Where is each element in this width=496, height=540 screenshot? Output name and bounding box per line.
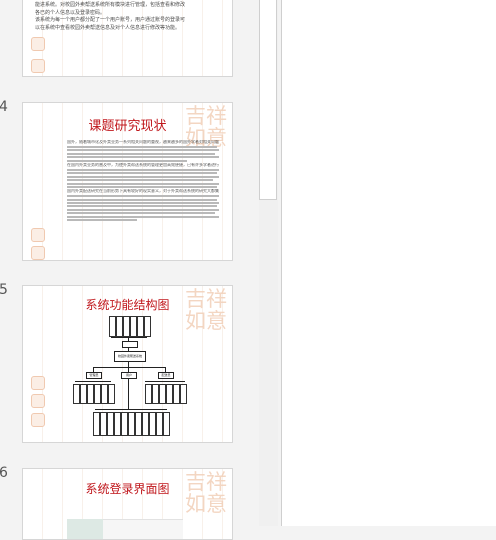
slide-number: 6 [0, 465, 8, 481]
slide-text-line: 各已的个人信息以及登录密码。 [35, 9, 106, 16]
slide-number: 5 [0, 282, 8, 298]
diagram-branch-node: 配送员 [158, 372, 174, 379]
slide-text-line: 以在系统中查看校园外卖帮送信息及对个人信息进行修改等功能。 [35, 24, 181, 31]
diagram-node [135, 412, 142, 436]
diagram-node [123, 316, 130, 337]
diagram-node [80, 384, 87, 404]
bullet-text: 在国内外卖业务的普及中，为使外卖帮送系统的管理更加高效便捷，已有许多学者进行研究… [67, 162, 219, 167]
slide-title: 课题研究现状 [88, 119, 167, 134]
text-lines [67, 146, 219, 162]
decor-pattern-icon [31, 376, 45, 390]
diagram-node [108, 384, 115, 404]
slide-title: 系统登录界面图 [85, 482, 170, 496]
diagram-node [109, 316, 116, 337]
bullet-text: 国内外卖配送研究在当前形势下具有较好的现实意义，对于外卖帮送系统的研究大都集中于… [67, 189, 219, 194]
diagram-node [130, 316, 137, 337]
diagram-node [100, 412, 107, 436]
slide-body-text: 能进系统。对校园外卖帮送系统所有模块进行管理，包括查看和修改 各已的个人信息以及… [35, 2, 220, 32]
text-lines [67, 168, 219, 188]
slide-thumbnail-4[interactable]: 吉祥如意 课题研究现状 国外，随着城市化及外卖业务一系列相关问题的重视，越来越多… [22, 102, 233, 261]
diagram-node [114, 412, 121, 436]
diagram-node [116, 316, 123, 337]
slide-body-text: 国外，随着城市化及外卖业务一系列相关问题的重视，越来越多的国外学者对相关问题展开… [67, 140, 219, 222]
diagram-node [128, 412, 135, 436]
bullet-text: 国外，随着城市化及外卖业务一系列相关问题的重视，越来越多的国外学者对相关问题展开… [67, 140, 219, 144]
decor-pattern-icon [31, 37, 45, 51]
diagram-node-label: 管理员 [89, 373, 99, 377]
diagram-node [87, 384, 94, 404]
diagram-node [166, 384, 173, 404]
diagram-node [180, 384, 187, 404]
diagram-node-label: 用户 [125, 373, 132, 377]
diagram-connector [145, 381, 185, 382]
diagram-node [159, 384, 166, 404]
diagram-node [149, 412, 156, 436]
diagram-node [144, 316, 151, 337]
diagram-node [156, 412, 163, 436]
diagram-node [93, 412, 100, 436]
decor-pattern-icon [31, 413, 45, 427]
diagram-connector [75, 381, 111, 382]
diagram-root-label: 校园外卖帮送系统 [117, 354, 142, 358]
diagram-node [173, 384, 180, 404]
diagram-node [152, 384, 159, 404]
slide-thumbnail-6[interactable]: 吉祥如意 系统登录界面图 [22, 468, 233, 540]
diagram-node [73, 384, 80, 404]
diagram-node [121, 412, 128, 436]
diagram-connector [95, 409, 167, 410]
diagram-branch-node: 用户 [121, 372, 137, 379]
diagram-connector [128, 378, 129, 409]
slide-text-line: 该系统为每一个用户都分配了一个用户账号，用户通过账号的登录可 [35, 17, 186, 23]
decor-pattern-icon [31, 246, 45, 260]
diagram-node [107, 412, 114, 436]
diagram-node-label: 配送员 [161, 373, 171, 377]
decor-pattern-icon [31, 228, 45, 242]
thumbnail-scrollbar-thumb[interactable] [259, 0, 277, 200]
diagram-node [142, 412, 149, 436]
diagram-branch-node: 管理员 [86, 372, 102, 379]
text-lines [67, 195, 219, 222]
slide-title: 系统功能结构图 [85, 298, 170, 312]
diagram-root-node: 校园外卖帮送系统 [114, 351, 146, 362]
decor-pattern-icon [31, 394, 45, 408]
slide-thumbnail-3[interactable]: 能进系统。对校园外卖帮送系统所有模块进行管理，包括查看和修改 各已的个人信息以及… [22, 0, 233, 77]
diagram-node [101, 384, 108, 404]
diagram-node [94, 384, 101, 404]
slide-thumbnail-5[interactable]: 吉祥如意 系统功能结构图 校园外卖帮送系统 管理员 用户 配送员 [22, 285, 233, 443]
slide-text-line: 能进系统。对校园外卖帮送系统所有模块进行管理，包括查看和修改 [35, 2, 186, 8]
slide-number: 4 [0, 99, 8, 115]
slide-editor-area[interactable] [282, 0, 496, 526]
login-screenshot-image [67, 519, 103, 539]
login-screenshot-image [103, 519, 183, 539]
diagram-node [145, 384, 152, 404]
decor-pattern-icon [31, 59, 45, 73]
diagram-node [163, 412, 170, 436]
diagram-node [137, 316, 144, 337]
diagram-connector [93, 367, 165, 368]
function-structure-diagram: 校园外卖帮送系统 管理员 用户 配送员 [69, 316, 187, 440]
slide-thumbnail-panel: 能进系统。对校园外卖帮送系统所有模块进行管理，包括查看和修改 各已的个人信息以及… [0, 0, 259, 540]
diagram-node [122, 341, 138, 348]
diagram-connector [111, 337, 147, 338]
